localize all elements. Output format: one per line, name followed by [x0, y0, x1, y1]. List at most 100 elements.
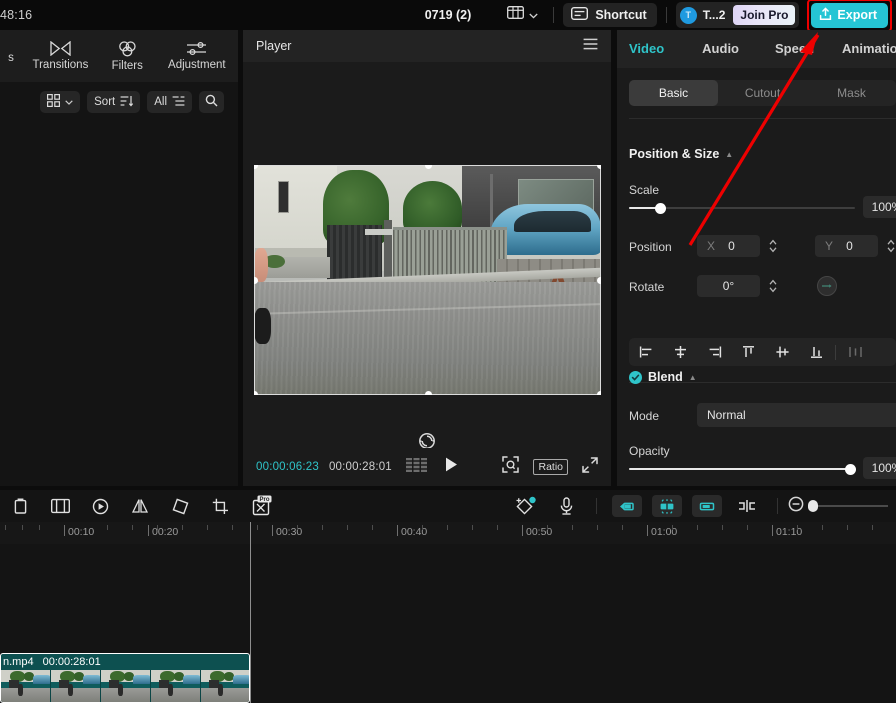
timeline-clip[interactable]: n.mp4 00:00:28:01	[0, 653, 250, 703]
opacity-value[interactable]: 100%	[863, 457, 896, 479]
join-pro-button[interactable]: Join Pro	[733, 5, 795, 25]
subtab-cutout[interactable]: Cutout	[718, 80, 807, 106]
resize-handle-top-right[interactable]	[597, 165, 601, 169]
user-account-chip[interactable]: T T...2 Join Pro	[676, 2, 800, 28]
top-bar: 48:16 0719 (2)	[0, 0, 896, 30]
crop-icon[interactable]	[200, 490, 240, 522]
keyboard-icon	[571, 7, 588, 23]
filter-all-button[interactable]: All	[147, 91, 192, 113]
delete-icon[interactable]	[0, 490, 40, 522]
player-stage[interactable]	[243, 62, 611, 448]
sidebar-item-adjustment[interactable]: Adjustment	[156, 30, 238, 82]
clip-duration: 00:00:28:01	[43, 656, 101, 668]
divider	[777, 498, 778, 514]
zoom-out-icon[interactable]	[788, 496, 804, 517]
properties-panel: Video Audio Speed Animation Basic Cutout…	[617, 30, 896, 486]
layout-button[interactable]	[501, 3, 544, 27]
position-y-stepper[interactable]	[885, 235, 896, 257]
resize-handle-bottom-right[interactable]	[597, 391, 601, 395]
add-keyframe-icon[interactable]	[506, 490, 546, 522]
fullscreen-icon[interactable]	[582, 457, 598, 478]
search-button[interactable]	[199, 91, 224, 113]
grid-view-button[interactable]	[40, 91, 80, 113]
tab-animation[interactable]: Animation	[832, 30, 896, 68]
rotate-field[interactable]: 0°	[697, 275, 760, 297]
sort-label: Sort	[94, 96, 115, 108]
align-top-icon[interactable]	[731, 338, 765, 366]
trim-start-icon[interactable]	[612, 495, 642, 517]
section-blend[interactable]: Blend ▲	[648, 370, 697, 384]
opacity-slider[interactable]	[629, 468, 855, 470]
export-button[interactable]: Export	[811, 3, 888, 28]
align-center-horizontal-icon[interactable]	[663, 338, 697, 366]
resize-handle-bottom-left[interactable]	[254, 391, 258, 395]
timeline-zoom-knob[interactable]	[808, 500, 818, 512]
position-x-field[interactable]: X 0	[697, 235, 760, 257]
split-icon[interactable]	[40, 490, 80, 522]
grid-view-icon	[47, 94, 60, 110]
tab-audio[interactable]: Audio	[684, 30, 757, 68]
sidebar-item-transitions[interactable]: Transitions	[22, 30, 99, 82]
sort-button[interactable]: Sort	[87, 91, 140, 113]
clip-thumbnail	[201, 670, 250, 703]
library-nav-bar: s Transitions	[0, 30, 238, 82]
timeline-zoom-slider[interactable]	[812, 505, 888, 507]
axis-y-label: Y	[815, 239, 833, 253]
timeline-toolbar: Pro	[0, 490, 896, 522]
hamburger-menu-icon[interactable]	[583, 37, 598, 55]
rotate-stepper[interactable]	[767, 275, 779, 297]
align-left-icon[interactable]	[629, 338, 663, 366]
rotate-dial-icon[interactable]	[817, 276, 837, 296]
timeline-playhead[interactable]	[250, 522, 251, 703]
distribute-horizontal-icon[interactable]	[838, 338, 872, 366]
resize-handle-top-center[interactable]	[425, 165, 432, 169]
align-bottom-icon[interactable]	[799, 338, 833, 366]
play-icon[interactable]	[445, 457, 458, 477]
rotate-icon[interactable]	[160, 490, 200, 522]
tab-speed[interactable]: Speed	[757, 30, 832, 68]
video-preview[interactable]	[254, 165, 601, 395]
library-content-area[interactable]	[0, 122, 238, 486]
scale-value[interactable]: 100%	[863, 196, 896, 218]
scale-slider-knob[interactable]	[655, 203, 666, 214]
snapshot-icon[interactable]	[502, 456, 519, 478]
subtab-basic[interactable]: Basic	[629, 80, 718, 106]
frames-icon[interactable]	[406, 458, 427, 477]
split-marker-icon[interactable]	[727, 490, 767, 522]
divider	[666, 7, 667, 23]
transitions-icon	[50, 41, 71, 56]
position-x-value: 0	[715, 239, 760, 253]
opacity-slider-knob[interactable]	[845, 464, 856, 475]
player-title: Player	[256, 39, 291, 53]
position-y-field[interactable]: Y 0	[815, 235, 878, 257]
auto-cut-pro-icon[interactable]: Pro	[240, 490, 284, 522]
timeline-ruler[interactable]: 00:10 00:20 00:30 00:40 00:50 01:00 01:1…	[0, 522, 896, 544]
ratio-button[interactable]: Ratio	[533, 459, 568, 475]
resize-handle-right-center[interactable]	[597, 277, 601, 284]
magnet-snap-icon[interactable]	[652, 495, 682, 517]
blend-mode-select[interactable]: Normal	[697, 403, 896, 427]
playback-icon[interactable]	[80, 490, 120, 522]
player-header: Player	[243, 30, 611, 62]
subtab-mask[interactable]: Mask	[807, 80, 896, 106]
align-middle-vertical-icon[interactable]	[765, 338, 799, 366]
section-position-size[interactable]: Position & Size ▲	[629, 147, 733, 161]
tab-video[interactable]: Video	[629, 30, 684, 68]
rotate-value: 0°	[697, 279, 760, 293]
trim-end-icon[interactable]	[692, 495, 722, 517]
position-x-stepper[interactable]	[767, 235, 779, 257]
mirror-icon[interactable]	[120, 490, 160, 522]
resize-handle-bottom-center[interactable]	[425, 391, 432, 395]
voiceover-icon[interactable]	[546, 490, 586, 522]
sidebar-item-label: Adjustment	[168, 59, 226, 71]
sidebar-item-effects[interactable]: s	[0, 30, 22, 82]
sidebar-item-filters[interactable]: Filters	[99, 30, 156, 82]
align-right-icon[interactable]	[697, 338, 731, 366]
rotate-label: Rotate	[629, 280, 664, 294]
media-library-panel: s Transitions	[0, 30, 238, 486]
top-bar-actions: Shortcut T T...2 Join Pro Export	[501, 0, 892, 30]
shortcut-button[interactable]: Shortcut	[563, 3, 656, 27]
blend-checkbox[interactable]	[629, 371, 642, 384]
scale-slider[interactable]	[629, 207, 855, 209]
alignment-toolbar	[629, 338, 896, 366]
